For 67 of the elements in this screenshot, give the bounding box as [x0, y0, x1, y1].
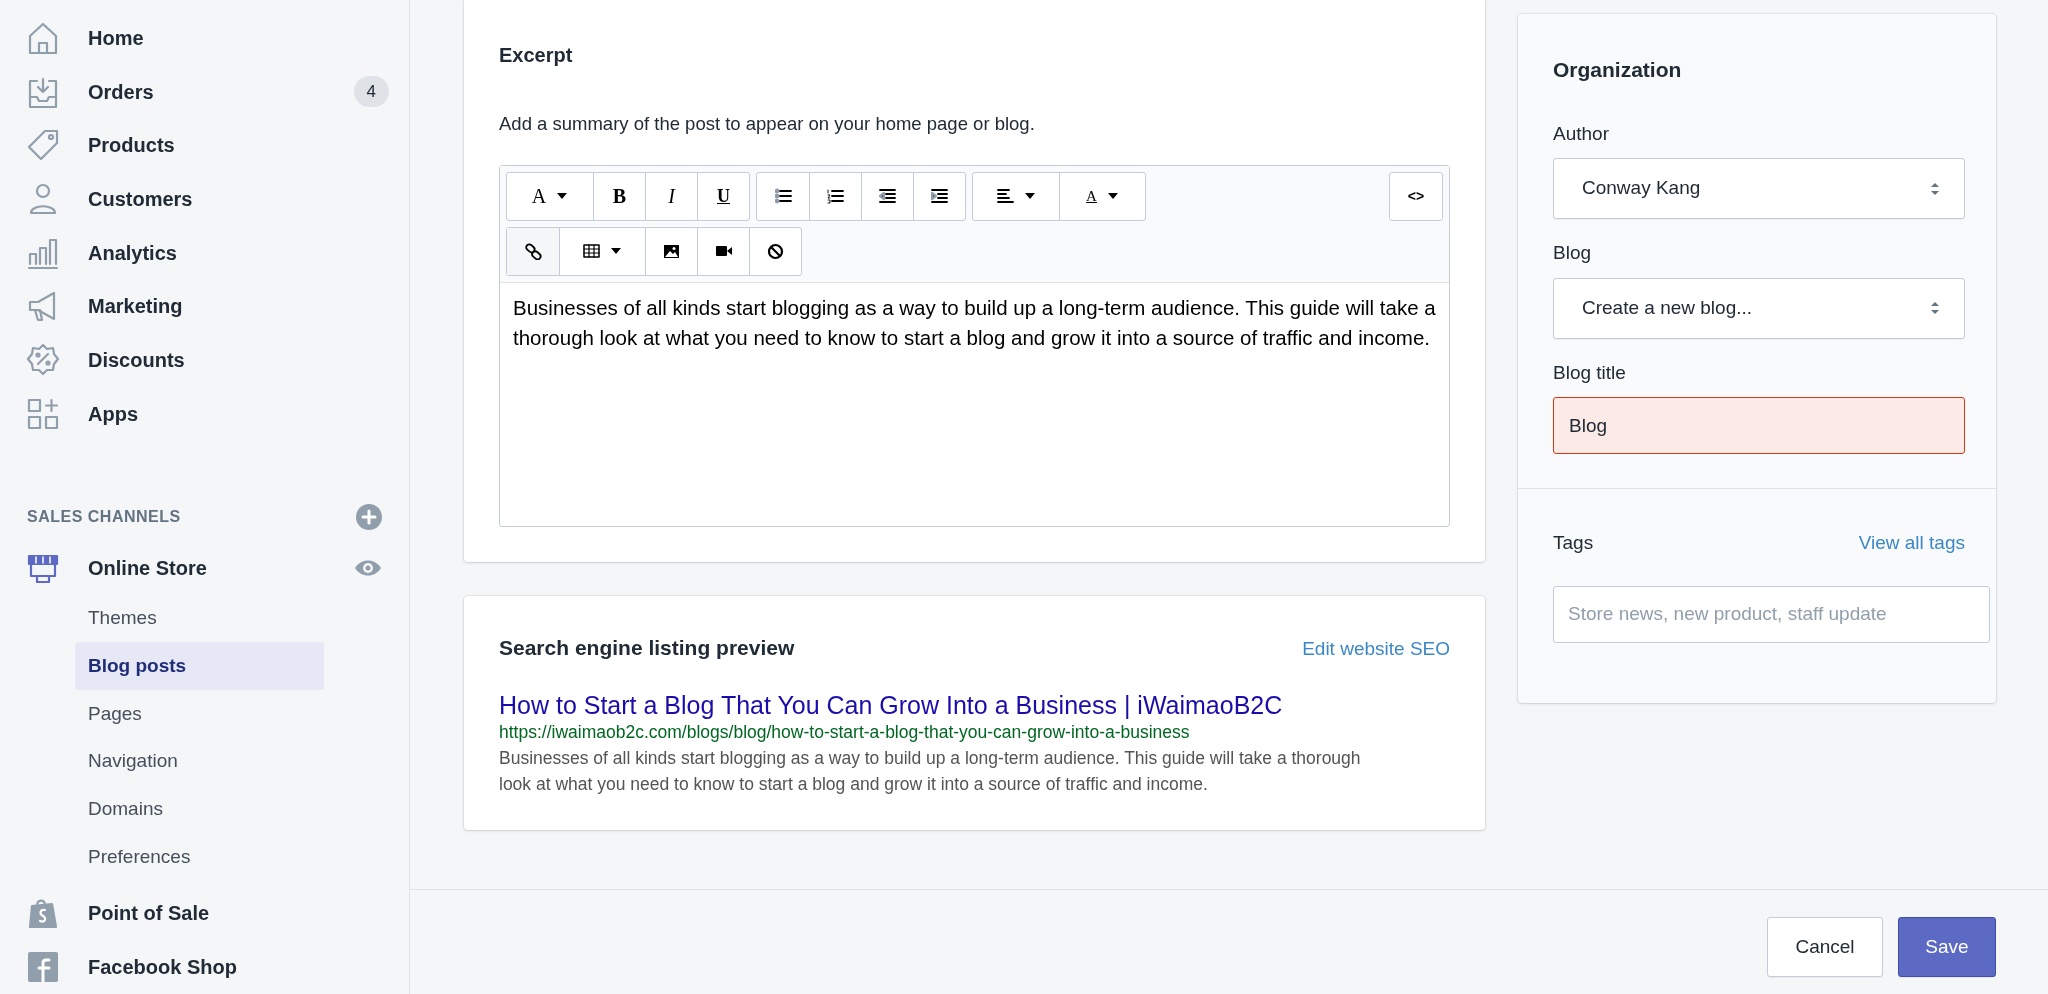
- italic-button[interactable]: I: [645, 172, 697, 220]
- underline-button[interactable]: U: [697, 172, 749, 220]
- field-label: Blog title: [1553, 360, 1627, 385]
- bullet-list-icon: [774, 187, 792, 205]
- indent-icon: [931, 187, 948, 205]
- subnav-item[interactable]: Domains: [75, 785, 324, 834]
- count-badge: 4: [353, 75, 389, 108]
- outdent-icon: [879, 187, 896, 205]
- caret-icon: [610, 247, 622, 256]
- editor-text: Businesses of all kinds start blogging as a way to build up a long-term audience. This guide will take a thorough look at what you need to know to start a blog and grow it into a source of traffic and income.: [512, 294, 1437, 351]
- table-icon: [583, 242, 600, 260]
- subnav-item[interactable]: Pages: [75, 689, 324, 738]
- nav-item[interactable]: Home: [0, 11, 409, 65]
- nav-item[interactable]: Orders 4: [0, 64, 409, 119]
- listing-description: Businesses of all kinds start blogging as a way to build up a long-term audience. This guide will take a thorough look at what you need to know to start a blog and grow it into a source of traffic and income.: [499, 747, 1362, 797]
- nav-item[interactable]: Apps: [0, 386, 409, 441]
- card-title: Excerpt: [499, 43, 574, 68]
- field-label: Tags: [1553, 531, 1594, 555]
- subnav-item[interactable]: Preferences: [75, 833, 324, 881]
- nav-item[interactable]: Products: [0, 118, 409, 172]
- channel-item[interactable]: Point of Sale: [0, 885, 409, 940]
- select-arrows-icon: [1930, 301, 1940, 315]
- tags-input[interactable]: Store news, new product, staff update: [1553, 585, 1990, 643]
- caret-icon: [556, 192, 569, 201]
- font-size-button[interactable]: A: [507, 172, 593, 220]
- caret-icon: [1106, 192, 1119, 201]
- section-heading: SALES CHANNELS: [27, 507, 181, 528]
- listing-url: https://iwaimaob2c.com/blogs/blog/how-to-start-a-blog-that-you-can-grow-into-a-business: [499, 721, 1191, 744]
- subnav-item[interactable]: Blog posts: [75, 642, 324, 690]
- link-icon: [524, 242, 542, 260]
- add-icon: [355, 503, 383, 532]
- field-label: Author: [1553, 121, 1610, 146]
- numbered-list-icon: [827, 187, 844, 205]
- card-description: Add a summary of the post to appear on your home page or blog.: [499, 112, 1036, 136]
- select-arrows-icon: [1930, 181, 1940, 196]
- nav-item[interactable]: Marketing: [0, 279, 409, 334]
- bold-button[interactable]: B: [593, 172, 645, 220]
- clear-formatting-icon: [767, 242, 784, 260]
- image-icon: [663, 242, 680, 260]
- listing-title[interactable]: How to Start a Blog That You Can Grow Into a Business | iWaimaoB2C: [499, 689, 1450, 722]
- tag-icon: [26, 128, 60, 163]
- edit-seo-link[interactable]: Edit website SEO: [1302, 634, 1450, 664]
- save-button[interactable]: Save: [1898, 917, 1996, 977]
- home-icon: [26, 20, 60, 55]
- select-field[interactable]: Create a new blog...: [1553, 277, 1965, 339]
- channel-item[interactable]: Facebook Shop: [0, 939, 409, 994]
- blog-title-input[interactable]: Blog: [1553, 397, 1965, 454]
- code-button[interactable]: <>: [1390, 172, 1442, 220]
- cancel-button[interactable]: Cancel: [1767, 917, 1883, 977]
- view-all-tags-link[interactable]: View all tags: [1858, 529, 1965, 558]
- link-button[interactable]: [507, 227, 559, 275]
- select-field[interactable]: Conway Kang: [1553, 158, 1965, 219]
- subnav-item[interactable]: Navigation: [75, 737, 324, 786]
- nav-item[interactable]: Discounts: [0, 333, 409, 387]
- subnav-item[interactable]: Themes: [75, 594, 324, 643]
- field-label: Blog: [1553, 241, 1593, 265]
- facebook-icon: [26, 949, 60, 984]
- nav-item[interactable]: Analytics: [0, 225, 409, 280]
- caret-icon: [1023, 192, 1036, 201]
- discount-badge-icon: [26, 342, 60, 377]
- card-title: Organization: [1553, 57, 1683, 83]
- text-color-button[interactable]: A: [1059, 172, 1145, 220]
- nav-item[interactable]: Customers: [0, 172, 409, 226]
- align-left-icon: [996, 187, 1014, 205]
- channel-item[interactable]: Online Store: [0, 540, 409, 595]
- card-title: Search engine listing preview: [499, 634, 795, 661]
- apps-grid-icon: [26, 396, 60, 431]
